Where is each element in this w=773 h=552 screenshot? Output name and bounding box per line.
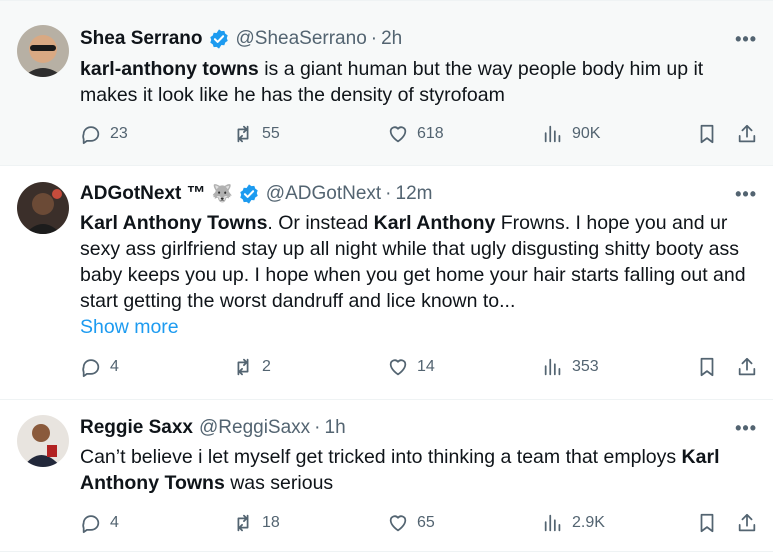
retweet-button[interactable]: 18 — [232, 512, 280, 534]
like-button[interactable]: 65 — [387, 512, 435, 534]
views-button[interactable]: 353 — [542, 356, 599, 378]
display-name[interactable]: Shea Serrano — [80, 28, 203, 50]
avatar-image — [17, 25, 69, 77]
reply-button[interactable]: 23 — [80, 123, 128, 145]
share-icon — [738, 357, 756, 376]
more-icon[interactable]: ••• — [735, 29, 757, 50]
like-icon — [389, 515, 407, 532]
reply-icon — [82, 515, 100, 534]
display-name[interactable]: Reggie Saxx — [80, 417, 193, 439]
like-button[interactable]: 14 — [387, 356, 435, 378]
show-more-link[interactable]: Show more — [80, 316, 179, 339]
views-button[interactable]: 2.9K — [542, 512, 605, 534]
tweet-text-segment: . Or instead — [267, 212, 374, 234]
retweet-count: 55 — [262, 125, 280, 142]
reply-icon — [82, 126, 100, 145]
retweet-count: 18 — [262, 514, 280, 531]
views-count: 90K — [572, 125, 601, 142]
highlighted-term: karl-anthony towns — [80, 58, 259, 80]
retweet-icon — [237, 514, 249, 532]
like-count: 65 — [417, 514, 435, 531]
handle[interactable]: @ADGotNext — [266, 183, 381, 205]
bookmark-icon — [700, 513, 714, 533]
tweet-actions: 23 55 618 90K — [80, 123, 760, 149]
separator-dot: · — [385, 183, 392, 204]
separator-dot: · — [370, 28, 378, 49]
avatar-image — [17, 182, 69, 234]
like-icon — [389, 359, 407, 376]
tweet-header: Reggie Saxx @ReggiSaxx · 1h — [80, 415, 346, 441]
tweet-text-segment: Can’t believe i let myself get tricked i… — [80, 446, 682, 468]
reply-button[interactable]: 4 — [80, 512, 119, 534]
more-icon[interactable]: ••• — [735, 184, 757, 205]
share-button[interactable] — [736, 356, 758, 378]
bookmark-icon — [700, 357, 714, 377]
timestamp[interactable]: 12m — [396, 183, 433, 205]
avatar[interactable] — [17, 415, 69, 467]
verified-badge-icon — [240, 184, 258, 204]
views-icon — [544, 514, 561, 532]
separator-dot: · — [314, 417, 321, 438]
avatar[interactable] — [17, 182, 69, 234]
timestamp[interactable]: 1h — [325, 417, 346, 439]
like-button[interactable]: 618 — [387, 123, 444, 145]
like-icon — [389, 126, 407, 143]
reply-button[interactable]: 4 — [80, 356, 119, 378]
highlighted-term: Karl Anthony — [373, 212, 496, 234]
tweet[interactable]: ADGotNext ™ 🐺 @ADGotNext · 12m ••• Karl … — [0, 166, 773, 400]
bookmark-button[interactable] — [696, 356, 718, 378]
retweet-button[interactable]: 55 — [232, 123, 280, 145]
retweet-count: 2 — [262, 358, 271, 375]
views-icon — [544, 125, 561, 143]
timestamp[interactable]: 2h — [381, 28, 402, 50]
retweet-icon — [237, 358, 249, 376]
like-count: 14 — [417, 358, 435, 375]
reply-count: 23 — [110, 125, 128, 142]
reply-count: 4 — [110, 514, 119, 531]
verified-badge-icon — [209, 29, 228, 49]
reply-count: 4 — [110, 358, 119, 375]
tweet[interactable]: Reggie Saxx @ReggiSaxx · 1h ••• Can’t be… — [0, 400, 773, 552]
bookmark-button[interactable] — [696, 123, 718, 145]
display-name[interactable]: ADGotNext ™ — [80, 183, 206, 205]
tweet-text: Karl Anthony Towns. Or instead Karl Anth… — [80, 210, 750, 314]
views-count: 2.9K — [572, 514, 605, 531]
tweet-header: ADGotNext ™ 🐺 @ADGotNext · 12m — [80, 181, 432, 207]
views-count: 353 — [572, 358, 599, 375]
share-icon — [738, 513, 756, 532]
bookmark-button[interactable] — [696, 512, 718, 534]
avatar-image — [17, 415, 69, 467]
tweet-actions: 4 2 14 353 — [80, 356, 760, 382]
share-button[interactable] — [736, 123, 758, 145]
wolf-emoji: 🐺 — [211, 184, 233, 203]
share-button[interactable] — [736, 512, 758, 534]
highlighted-term: Karl Anthony Towns — [80, 212, 268, 234]
views-icon — [544, 358, 561, 376]
retweet-button[interactable]: 2 — [232, 356, 271, 378]
tweet-header: Shea Serrano @SheaSerrano · 2h — [80, 26, 402, 52]
tweet[interactable]: Shea Serrano @SheaSerrano · 2h ••• karl-… — [0, 0, 773, 166]
tweet-actions: 4 18 65 2.9K — [80, 512, 760, 538]
like-count: 618 — [417, 125, 444, 142]
share-icon — [738, 124, 756, 143]
bookmark-icon — [700, 124, 714, 144]
avatar[interactable] — [17, 25, 69, 77]
tweet-text: Can’t believe i let myself get tricked i… — [80, 444, 750, 496]
tweet-text: karl-anthony towns is a giant human but … — [80, 56, 750, 108]
more-icon[interactable]: ••• — [735, 418, 757, 439]
reply-icon — [82, 359, 100, 378]
handle[interactable]: @SheaSerrano — [236, 28, 367, 50]
views-button[interactable]: 90K — [542, 123, 600, 145]
retweet-icon — [237, 125, 249, 143]
tweet-text-segment: was serious — [224, 472, 334, 494]
handle[interactable]: @ReggiSaxx — [199, 417, 310, 439]
